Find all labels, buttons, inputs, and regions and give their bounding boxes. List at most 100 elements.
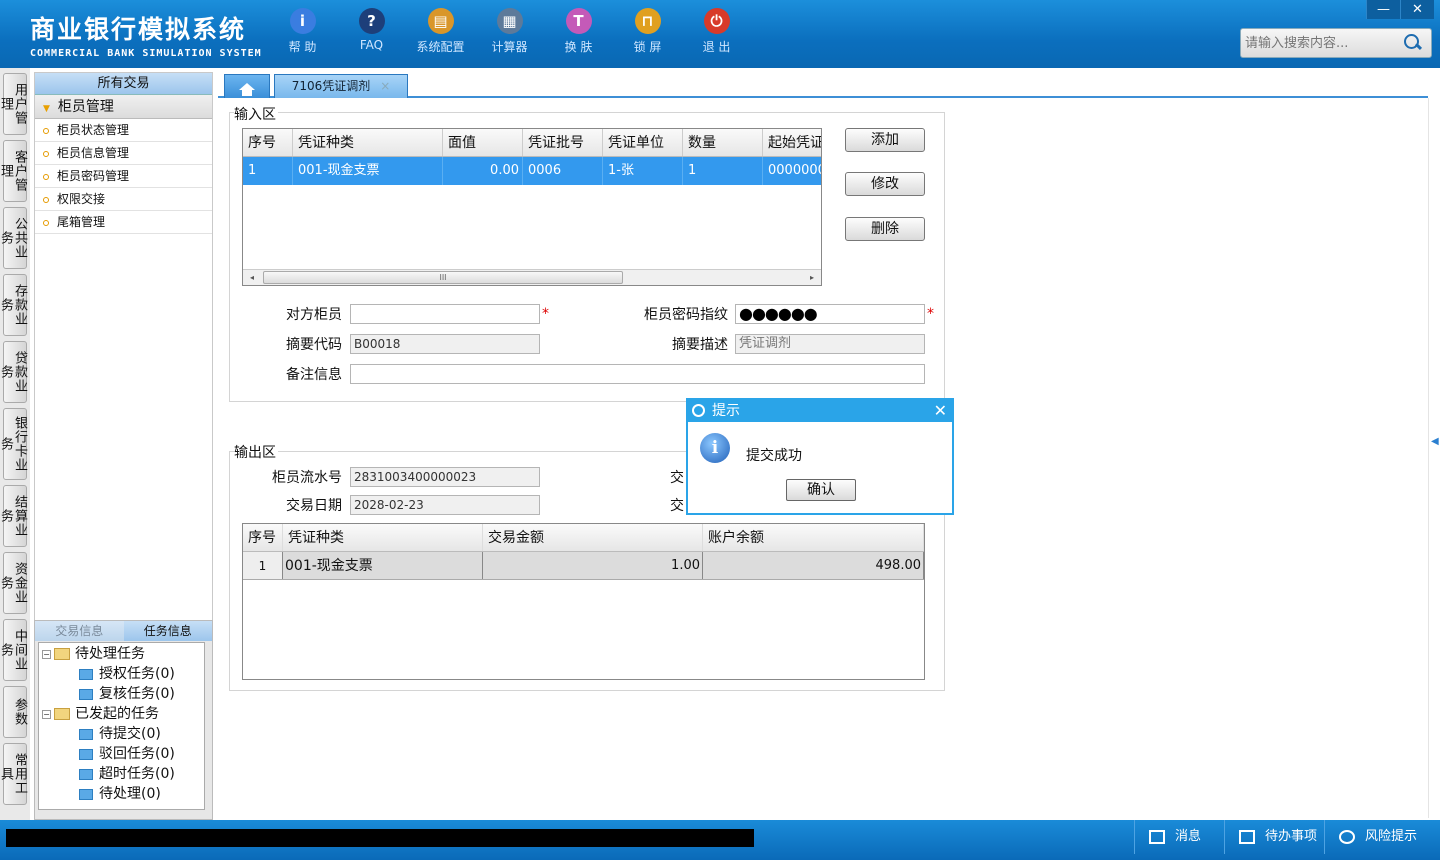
input-area-title: 输入区 [234, 104, 278, 124]
toolbar-label: 退 出 [702, 40, 731, 54]
power-icon: ⏻ [703, 8, 730, 34]
menu-item[interactable]: 柜员信息管理 [35, 142, 212, 165]
password-field[interactable]: ●●●●●● [735, 304, 925, 324]
toolbar-button[interactable]: ⊓ 锁 屏 [613, 8, 682, 55]
calculator-icon: ▦ [496, 8, 523, 34]
column-header[interactable]: 序号 [243, 524, 283, 551]
add-button[interactable]: 添加 [845, 128, 925, 152]
table-cell: 1-张 [603, 157, 683, 185]
scroll-thumb[interactable]: III [263, 271, 623, 284]
collapse-toggle-icon[interactable]: − [42, 709, 51, 719]
module-tab[interactable]: 中间业务 [0, 619, 27, 681]
collapse-toggle-icon[interactable]: − [42, 649, 51, 659]
tree-node[interactable]: 超时任务(0) [39, 764, 204, 784]
minimize-button[interactable]: — [1366, 0, 1400, 19]
delete-button[interactable]: 删除 [845, 217, 925, 241]
table-row[interactable]: 1 001-现金支票 1.00 498.00 [243, 552, 924, 580]
toolbar-button[interactable]: ▦ 计算器 [475, 8, 544, 55]
tree-node[interactable]: 待提交(0) [39, 724, 204, 744]
tree-node[interactable]: 驳回任务(0) [39, 744, 204, 764]
tree-node-label: 待提交(0) [99, 726, 161, 742]
module-tab[interactable]: 公共业务 [0, 207, 27, 269]
bullet-icon [43, 127, 49, 134]
date-label: 交易日期 [286, 498, 342, 514]
messages-button[interactable]: 消息 [1134, 820, 1224, 854]
table-cell: 498.00 [703, 552, 924, 579]
table-row[interactable]: 1001-现金支票0.0000061-张1000000000 [243, 157, 821, 185]
dialog-message: 提交成功 [746, 448, 802, 464]
horizontal-scrollbar[interactable]: ◂ III ▸ [243, 269, 821, 285]
close-window-button[interactable]: ✕ [1400, 0, 1434, 19]
toolbar-button[interactable]: ▤ 系统配置 [406, 8, 475, 55]
abstract-desc-field[interactable]: 凭证调剂 [735, 334, 925, 354]
status-bar: 消息 待办事项 风险提示 [0, 820, 1440, 860]
tab-transaction-info[interactable]: 交易信息 [35, 621, 124, 641]
column-header[interactable]: 起始凭证 [763, 129, 821, 156]
toolbar-button[interactable]: ⏻ 退 出 [682, 8, 751, 55]
module-tab[interactable]: 结算业务 [0, 485, 27, 547]
module-tab[interactable]: 客户管理 [0, 140, 27, 202]
dialog-gear-icon [692, 404, 705, 417]
todo-button[interactable]: 待办事项 [1224, 820, 1324, 854]
tree-node-label: 待处理任务 [75, 646, 145, 662]
toolbar-button[interactable]: T 换 肤 [544, 8, 613, 55]
tree-node[interactable]: − 待处理任务 [39, 644, 204, 664]
expand-triangle-icon: ▼ [43, 104, 50, 114]
app-brand: 商业银行模拟系统 COMMERCIAL BANK SIMULATION SYST… [30, 10, 262, 59]
task-panel: 交易信息 任务信息 − 待处理任务授权任务(0) 复核任务(0) − 已发起的任务待提交… [34, 620, 213, 820]
module-tab[interactable]: 用户管理 [0, 73, 27, 135]
module-tab[interactable]: 银行卡业务 [0, 408, 27, 480]
tree-node-label: 超时任务(0) [99, 766, 175, 782]
column-header[interactable]: 账户余额 [703, 524, 924, 551]
column-header[interactable]: 凭证种类 [293, 129, 443, 156]
toolbar-label: FAQ [359, 38, 384, 52]
module-tab[interactable]: 资金业务 [0, 552, 27, 614]
toolbar-button[interactable]: ? FAQ [337, 8, 406, 55]
column-header[interactable]: 面值 [443, 129, 523, 156]
toolbar-button[interactable]: i 帮 助 [268, 8, 337, 55]
menu-group-teller[interactable]: ▼ 柜员管理 [35, 95, 212, 119]
column-header[interactable]: 凭证单位 [603, 129, 683, 156]
remark-field[interactable] [350, 364, 925, 384]
task-folder-icon [79, 668, 93, 680]
collapse-arrow-icon[interactable]: ◀ [1431, 436, 1439, 447]
module-tab[interactable]: 常用工具 [0, 743, 27, 805]
module-tab[interactable]: 参数 [3, 686, 27, 738]
menu-item[interactable]: 柜员密码管理 [35, 165, 212, 188]
column-header[interactable]: 数量 [683, 129, 763, 156]
module-tab[interactable]: 贷款业务 [0, 341, 27, 403]
column-header[interactable]: 凭证批号 [523, 129, 603, 156]
tab-close-icon[interactable]: × [380, 79, 390, 93]
risk-button[interactable]: 风险提示 [1324, 820, 1440, 854]
scroll-right-icon[interactable]: ▸ [805, 271, 819, 284]
search-icon[interactable] [1401, 32, 1423, 54]
menu-item-label: 尾箱管理 [57, 215, 106, 229]
tree-node[interactable]: − 已发起的任务 [39, 704, 204, 724]
dialog-close-icon[interactable]: ✕ [934, 400, 947, 422]
scroll-left-icon[interactable]: ◂ [245, 271, 259, 284]
tree-node[interactable]: 授权任务(0) [39, 664, 204, 684]
info-icon: i [289, 8, 316, 34]
folder-icon [54, 648, 70, 660]
search-input[interactable] [1241, 30, 1401, 56]
column-header[interactable]: 交易金额 [483, 524, 703, 551]
menu-item[interactable]: 柜员状态管理 [35, 119, 212, 142]
tab-7106[interactable]: 7106凭证调剂 × [274, 74, 408, 98]
tree-node[interactable]: 待处理(0) [39, 784, 204, 804]
module-tab[interactable]: 存款业务 [0, 274, 27, 336]
obscured-label: 交 [670, 498, 684, 514]
tab-home[interactable] [224, 74, 270, 98]
tree-node[interactable]: 复核任务(0) [39, 684, 204, 704]
right-collapse-bar[interactable]: ◀ [1428, 98, 1440, 818]
help-icon: ? [358, 8, 385, 34]
confirm-button[interactable]: 确认 [786, 479, 856, 501]
edit-button[interactable]: 修改 [845, 172, 925, 196]
abstract-code-field[interactable]: B00018 [350, 334, 540, 354]
column-header[interactable]: 序号 [243, 129, 293, 156]
tab-task-info[interactable]: 任务信息 [123, 621, 212, 641]
column-header[interactable]: 凭证种类 [283, 524, 483, 551]
menu-item[interactable]: 尾箱管理 [35, 211, 212, 234]
menu-item[interactable]: 权限交接 [35, 188, 212, 211]
counterparty-field[interactable] [350, 304, 540, 324]
messages-label: 消息 [1175, 829, 1202, 844]
